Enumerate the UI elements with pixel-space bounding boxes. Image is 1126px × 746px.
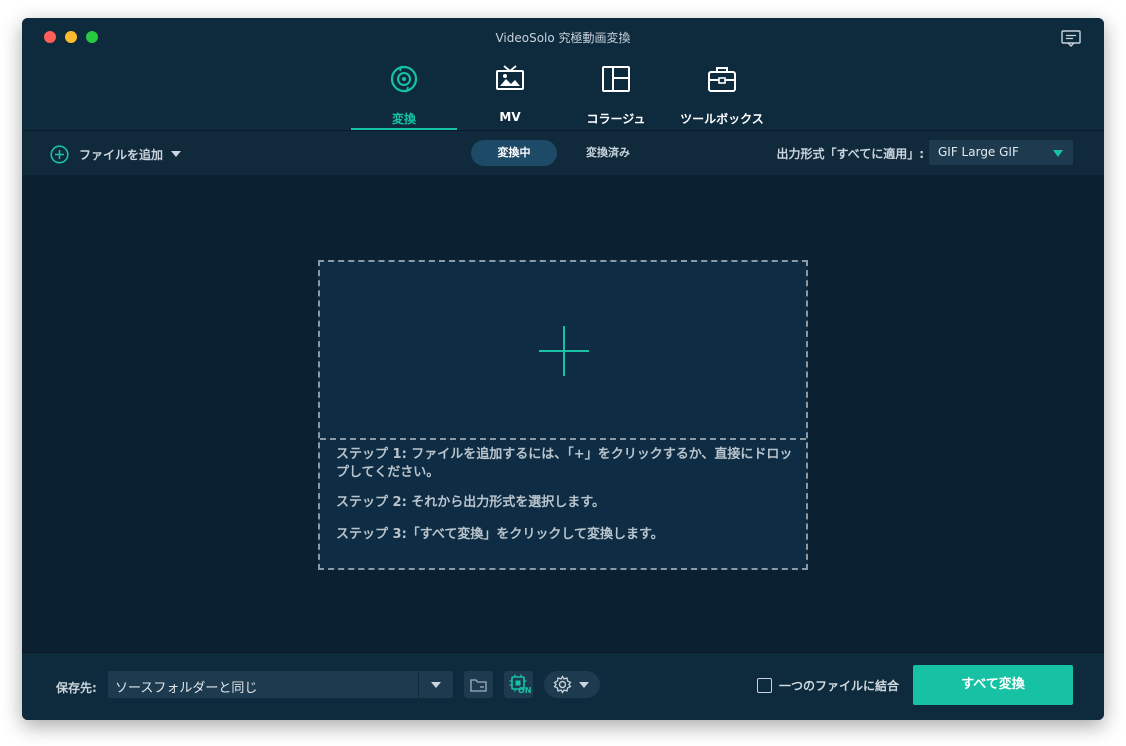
merge-label: 一つのファイルに結合 [779, 679, 900, 693]
add-file-label: ファイルを追加 [79, 147, 164, 162]
step-3-text: ステップ 3:「すべて変換」をクリックして変換します。 [336, 527, 664, 542]
plus-icon-vertical [563, 326, 565, 376]
app-window: VideoSolo 究極動画変換 変換 MV コラージュ ツールボックス ファイ… [22, 18, 1104, 720]
tab-convert[interactable]: 変換 [351, 58, 457, 130]
tab-convert-label: 変換 [391, 112, 416, 126]
gear-icon [553, 675, 572, 694]
add-file-plus-area[interactable] [320, 262, 806, 440]
settings-button[interactable] [544, 671, 600, 698]
merge-option[interactable]: 一つのファイルに結合 [757, 677, 899, 694]
tab-toolbox[interactable]: ツールボックス [669, 58, 775, 130]
instructions: ステップ 1: ファイルを追加するには、「+」をクリックするか、直接にドロップし… [336, 446, 796, 544]
save-path-value: ソースフォルダーと同じ [115, 681, 258, 696]
plus-circle-icon [50, 144, 69, 164]
header: VideoSolo 究極動画変換 変換 MV コラージュ ツールボックス [22, 18, 1104, 130]
chevron-down-icon[interactable] [171, 151, 182, 157]
add-file-button[interactable]: ファイルを追加 [50, 143, 182, 165]
collage-icon [602, 66, 630, 92]
open-folder-button[interactable] [464, 671, 493, 698]
chevron-down-icon [579, 682, 589, 688]
tab-converting[interactable]: 変換中 [471, 140, 557, 166]
output-format-select[interactable]: GIF Large GIF [929, 140, 1073, 165]
chevron-down-icon[interactable] [431, 682, 441, 688]
toolbox-icon [708, 67, 736, 92]
step-1-text: ステップ 1: ファイルを追加するには、「+」をクリックするか、直接にドロップし… [336, 447, 793, 480]
tab-collage-label: コラージュ [586, 112, 646, 126]
feedback-icon[interactable] [1060, 29, 1082, 47]
convert-icon [390, 65, 418, 93]
footer: 保存先: ソースフォルダーと同じ ON 一つのファイルに結合 すべて変換 [22, 652, 1104, 720]
save-to-label: 保存先: [56, 681, 97, 695]
main-area: ステップ 1: ファイルを追加するには、「+」をクリックするか、直接にドロップし… [22, 175, 1104, 652]
hardware-acceleration-on-badge: ON [518, 686, 532, 695]
merge-checkbox[interactable] [757, 678, 772, 693]
convert-all-button[interactable]: すべて変換 [913, 665, 1073, 705]
select-divider [418, 671, 419, 698]
hardware-acceleration-button[interactable]: ON [504, 671, 533, 698]
folder-icon [470, 679, 487, 692]
tab-mv-label: MV [499, 110, 521, 124]
save-path-select[interactable]: ソースフォルダーと同じ [108, 671, 453, 698]
output-format-label: 出力形式「すべてに適用」: [776, 147, 924, 161]
dropdown-arrow-icon [1053, 150, 1063, 157]
sub-toolbar: ファイルを追加 変換中 変換済み 出力形式「すべてに適用」: GIF Large… [22, 130, 1104, 176]
tab-collage[interactable]: コラージュ [563, 58, 669, 130]
mv-icon [496, 65, 524, 90]
output-format-value: GIF Large GIF [938, 145, 1019, 159]
drop-zone[interactable]: ステップ 1: ファイルを追加するには、「+」をクリックするか、直接にドロップし… [318, 260, 808, 570]
tab-toolbox-label: ツールボックス [680, 112, 764, 126]
tab-converted[interactable]: 変換済み [565, 140, 651, 166]
tab-mv[interactable]: MV [457, 58, 563, 130]
step-2-text: ステップ 2: それから出力形式を選択します。 [336, 495, 605, 510]
window-title: VideoSolo 究極動画変換 [495, 31, 631, 45]
